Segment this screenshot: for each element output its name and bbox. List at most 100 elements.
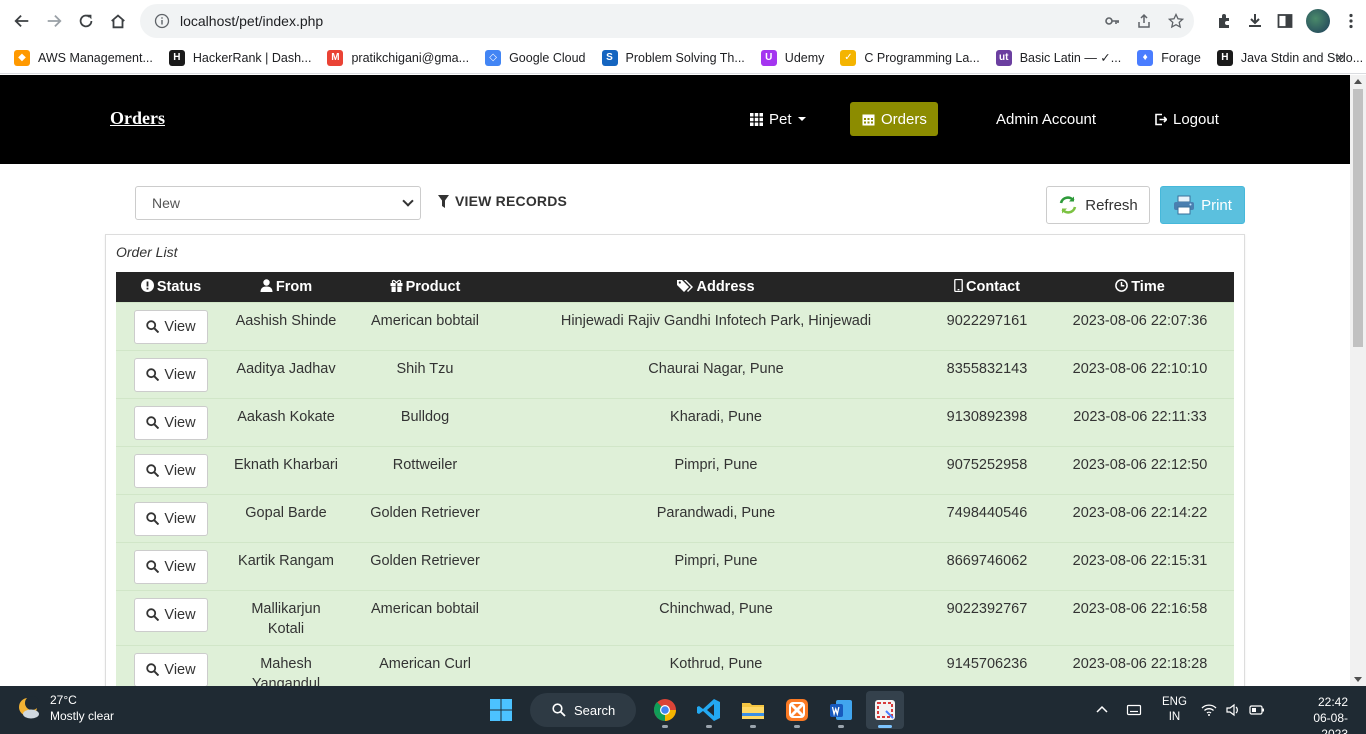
taskbar-word[interactable] [822,691,860,729]
scroll-up-arrow-icon[interactable] [1354,79,1362,84]
bookmark-item[interactable]: H HackerRank | Dash... [168,49,311,66]
bookmark-label: Problem Solving Th... [625,50,745,65]
status-filter-select[interactable]: New [135,186,421,220]
extensions-icon[interactable] [1216,12,1234,30]
view-order-button[interactable]: View [134,652,208,686]
taskbar-clock[interactable]: 22:42 06-08-2023 [1300,694,1348,734]
chrome-icon [653,699,676,721]
cell-from: Gopal Barde [226,493,346,542]
side-panel-icon[interactable] [1276,12,1294,30]
language-indicator[interactable]: ENG IN [1162,695,1187,725]
info-icon[interactable] [154,13,170,29]
nav-admin-account[interactable]: Admin Account [996,102,1096,136]
running-indicator [794,725,800,728]
exclamation-circle-icon [140,278,154,292]
cell-product: American bobtail [346,301,504,350]
bookmark-item[interactable]: U Udemy [760,49,824,66]
bookmark-item[interactable]: ✓ C Programming La... [840,49,980,66]
keyboard-tray-icon[interactable] [1126,702,1142,718]
taskbar-search[interactable]: Search [530,693,636,727]
bookmarks-overflow-icon[interactable]: » [1336,48,1352,64]
reload-button[interactable] [70,5,102,37]
page-scrollbar[interactable] [1350,75,1366,686]
bookmark-item[interactable]: Mpratikchigani@gma... [327,49,469,66]
weather-widget[interactable]: 27°C Mostly clear [16,692,114,724]
taskbar-chrome[interactable] [646,691,684,729]
bookmark-favicon-icon: H [168,49,185,66]
bookmark-item[interactable]: ◆ AWS Management... [14,49,153,66]
view-order-button[interactable]: View [134,357,208,392]
cell-time: 2023-08-06 22:07:36 [1046,301,1234,350]
wifi-icon[interactable] [1201,702,1217,718]
running-indicator [750,725,756,728]
view-order-button[interactable]: View [134,309,208,344]
caret-down-icon [797,117,806,121]
key-icon[interactable] [1104,13,1120,29]
bookmark-item[interactable]: ♦ Forage [1137,49,1201,66]
scrollbar-thumb[interactable] [1353,89,1363,347]
search-icon [146,512,160,525]
bookmark-item[interactable]: ut Basic Latin — ✓... [995,49,1121,66]
nav-pet-dropdown[interactable]: Pet [750,102,806,136]
grid-icon [750,112,763,126]
view-order-button[interactable]: View [134,549,208,584]
header-time-label: Time [1131,278,1165,295]
navbar-brand[interactable]: Orders [110,108,165,129]
bookmark-favicon-icon: M [327,49,344,66]
menu-kebab-icon[interactable] [1342,12,1360,30]
back-button[interactable] [6,5,38,37]
refresh-button[interactable]: Refresh [1046,186,1150,224]
volume-icon[interactable] [1225,702,1241,718]
clock-date: 06-08-2023 [1313,711,1348,734]
start-button[interactable] [482,691,520,729]
clock-time: 22:42 [1317,695,1348,709]
moon-cloud-icon [19,696,39,719]
view-order-button[interactable]: View [134,405,208,440]
bookmark-star-icon[interactable] [1168,13,1184,29]
xampp-icon [786,699,808,721]
home-button[interactable] [102,5,134,37]
search-icon [146,416,160,429]
cell-from: Mallikarjun Kotali [226,589,346,645]
nav-pet-label: Pet [769,110,792,128]
share-icon[interactable] [1136,13,1152,29]
taskbar-xampp[interactable] [778,691,816,729]
header-status: Status [116,272,226,302]
taskbar-vscode[interactable] [690,691,728,729]
download-icon[interactable] [1246,12,1264,30]
forward-button[interactable] [38,5,70,37]
nav-logout[interactable]: Logout [1154,102,1219,136]
bookmark-item[interactable]: ◇ Google Cloud [485,49,586,66]
refresh-icon [1059,196,1077,214]
user-icon [260,279,273,292]
region-code: IN [1168,711,1181,723]
view-records-link[interactable]: VIEW RECORDS [438,193,567,209]
address-bar[interactable]: localhost/pet/index.php [140,4,1194,38]
chevron-up-icon[interactable] [1094,702,1110,718]
filter-icon [438,194,449,208]
header-from-label: From [275,278,313,295]
scroll-down-arrow-icon[interactable] [1354,677,1362,682]
profile-avatar[interactable] [1306,9,1330,33]
clock-icon [1115,278,1129,292]
header-status-label: Status [156,278,202,295]
cell-contact: 8669746062 [928,541,1046,590]
view-order-button[interactable]: View [134,453,208,488]
battery-icon[interactable] [1249,702,1265,718]
view-order-button[interactable]: View [134,501,208,536]
bookmark-item[interactable]: S Problem Solving Th... [601,49,745,66]
web-page: Orders Pet Orders Admin Account Logout N… [0,75,1350,686]
nav-admin-label: Admin Account [996,110,1097,128]
cell-time: 2023-08-06 22:10:10 [1046,349,1234,398]
language-code: ENG [1162,696,1187,708]
bookmark-label: AWS Management... [38,50,153,65]
taskbar-file-explorer[interactable] [734,691,772,729]
nav-orders[interactable]: Orders [850,102,938,136]
taskbar-snipping-tool[interactable] [866,691,904,729]
print-button[interactable]: Print [1160,186,1245,224]
cell-status: View [116,589,226,645]
cell-product: Shih Tzu [346,349,504,398]
search-icon [146,464,160,477]
view-order-button[interactable]: View [134,597,208,632]
table-row: View Aashish Shinde American bobtail Hinjew… [116,301,1234,350]
